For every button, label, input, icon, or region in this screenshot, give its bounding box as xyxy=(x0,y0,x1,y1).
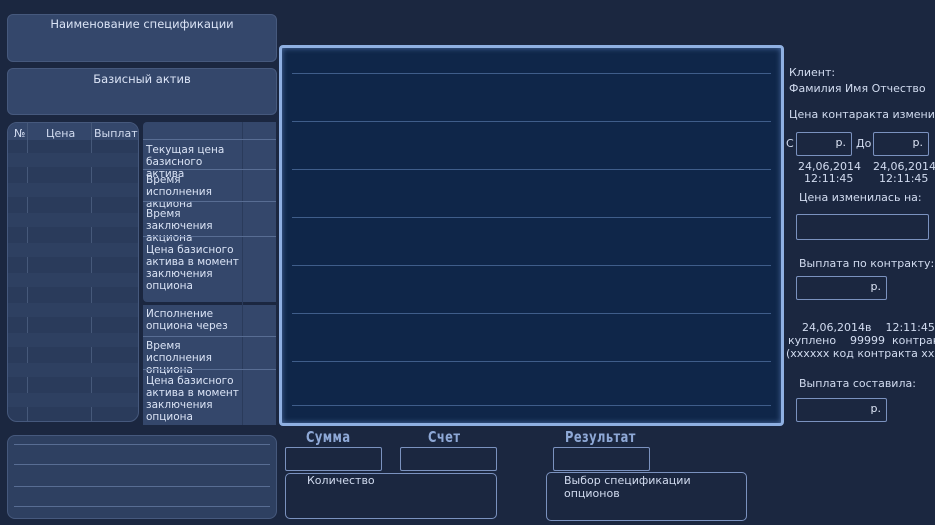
to-label: До xyxy=(856,137,872,150)
price-changed-label: Цена контаракта изменилась xyxy=(789,108,935,121)
from-price-input[interactable]: р. xyxy=(796,132,852,156)
chart-gridline xyxy=(292,121,771,122)
base-asset-title: Базисный актив xyxy=(93,72,191,86)
table-row[interactable] xyxy=(8,183,138,197)
payout-done-label: Выплата составила: xyxy=(799,377,916,390)
table-row[interactable] xyxy=(8,303,138,317)
from-currency: р. xyxy=(835,136,846,149)
client-label: Клиент: xyxy=(789,66,836,79)
changed-by-input[interactable] xyxy=(796,214,929,240)
chart-gridline xyxy=(292,73,771,74)
from-label: С xyxy=(786,137,794,150)
quantity-label: Количество xyxy=(307,474,375,487)
spec-name-panel[interactable]: Наименование спецификации xyxy=(7,14,277,62)
spec-select[interactable]: Выбор спецификации опционов xyxy=(546,472,747,521)
info-separator xyxy=(143,236,276,237)
sum-input[interactable] xyxy=(285,447,382,471)
table-row[interactable] xyxy=(8,333,138,347)
table-row[interactable] xyxy=(8,213,138,227)
payout-done-currency: р. xyxy=(870,402,881,415)
chart-gridline xyxy=(292,169,771,170)
option-base-price-label: Цена базисного актива в момент заключени… xyxy=(146,375,239,423)
from-time: 12:11:45 xyxy=(804,172,854,185)
base-asset-panel[interactable]: Базисный актив xyxy=(7,68,277,115)
changed-by-label: Цена изменилась на: xyxy=(799,191,922,204)
notes-line xyxy=(14,444,270,445)
chart-gridline xyxy=(292,313,771,314)
spec-select-label: Выбор спецификации опционов xyxy=(564,474,691,500)
purchase-line-2: куплено 99999 контрактов xyxy=(788,334,935,347)
table-row[interactable] xyxy=(8,393,138,407)
notes-line xyxy=(14,486,270,487)
account-label: Счет xyxy=(428,428,461,446)
col-payout-header: Выплата xyxy=(94,127,138,140)
info-separator xyxy=(143,169,276,170)
payout-input[interactable]: р. xyxy=(796,276,887,300)
quantity-field[interactable]: Количество xyxy=(285,473,497,519)
result-label: Результат xyxy=(565,428,636,446)
notes-line xyxy=(14,506,270,507)
price-table[interactable]: № Цена Выплата xyxy=(7,122,139,422)
payout-currency: р. xyxy=(870,280,881,293)
col-no-header: № xyxy=(14,127,26,140)
table-row[interactable] xyxy=(8,273,138,287)
chart-gridline xyxy=(292,405,771,406)
payout-done-input[interactable]: р. xyxy=(796,398,887,422)
payout-label: Выплата по контракту: xyxy=(799,257,935,270)
info-separator xyxy=(143,336,276,337)
result-input[interactable] xyxy=(553,447,650,471)
spec-name-title: Наименование спецификации xyxy=(50,17,234,31)
info-separator xyxy=(143,201,276,202)
to-price-input[interactable]: р. xyxy=(873,132,929,156)
info-separator xyxy=(143,139,276,140)
sum-label: Сумма xyxy=(306,428,351,446)
base-price-at-conclusion-label: Цена базисного актива в момент заключени… xyxy=(146,244,239,292)
account-input[interactable] xyxy=(400,447,497,471)
conclusion-time-label: Время заключения акциона xyxy=(146,208,213,244)
chart-gridline xyxy=(292,265,771,266)
notes-panel[interactable] xyxy=(7,435,277,519)
execution-time-label: Время исполнения акциона xyxy=(146,174,212,210)
table-row[interactable] xyxy=(8,363,138,377)
table-row[interactable] xyxy=(8,243,138,257)
execution-via-label: Исполнение опциона через xyxy=(146,308,228,332)
to-currency: р. xyxy=(912,136,923,149)
chart-area[interactable] xyxy=(279,45,784,426)
info-divider xyxy=(242,122,243,425)
info-separator xyxy=(143,369,276,370)
chart-gridline xyxy=(292,217,771,218)
purchase-line-1: 24,06,2014в 12:11:45 xyxy=(802,321,935,334)
to-time: 12:11:45 xyxy=(879,172,929,185)
notes-line xyxy=(14,464,270,465)
purchase-line-3: (xxxxxx код контракта xxxxxx) xyxy=(786,347,935,360)
chart-gridline xyxy=(292,361,771,362)
client-name: Фамилия Имя Отчество xyxy=(789,82,926,95)
option-execution-time-label: Время исполнения опциона xyxy=(146,340,212,376)
table-row[interactable] xyxy=(8,153,138,167)
col-price-header: Цена xyxy=(46,127,76,140)
